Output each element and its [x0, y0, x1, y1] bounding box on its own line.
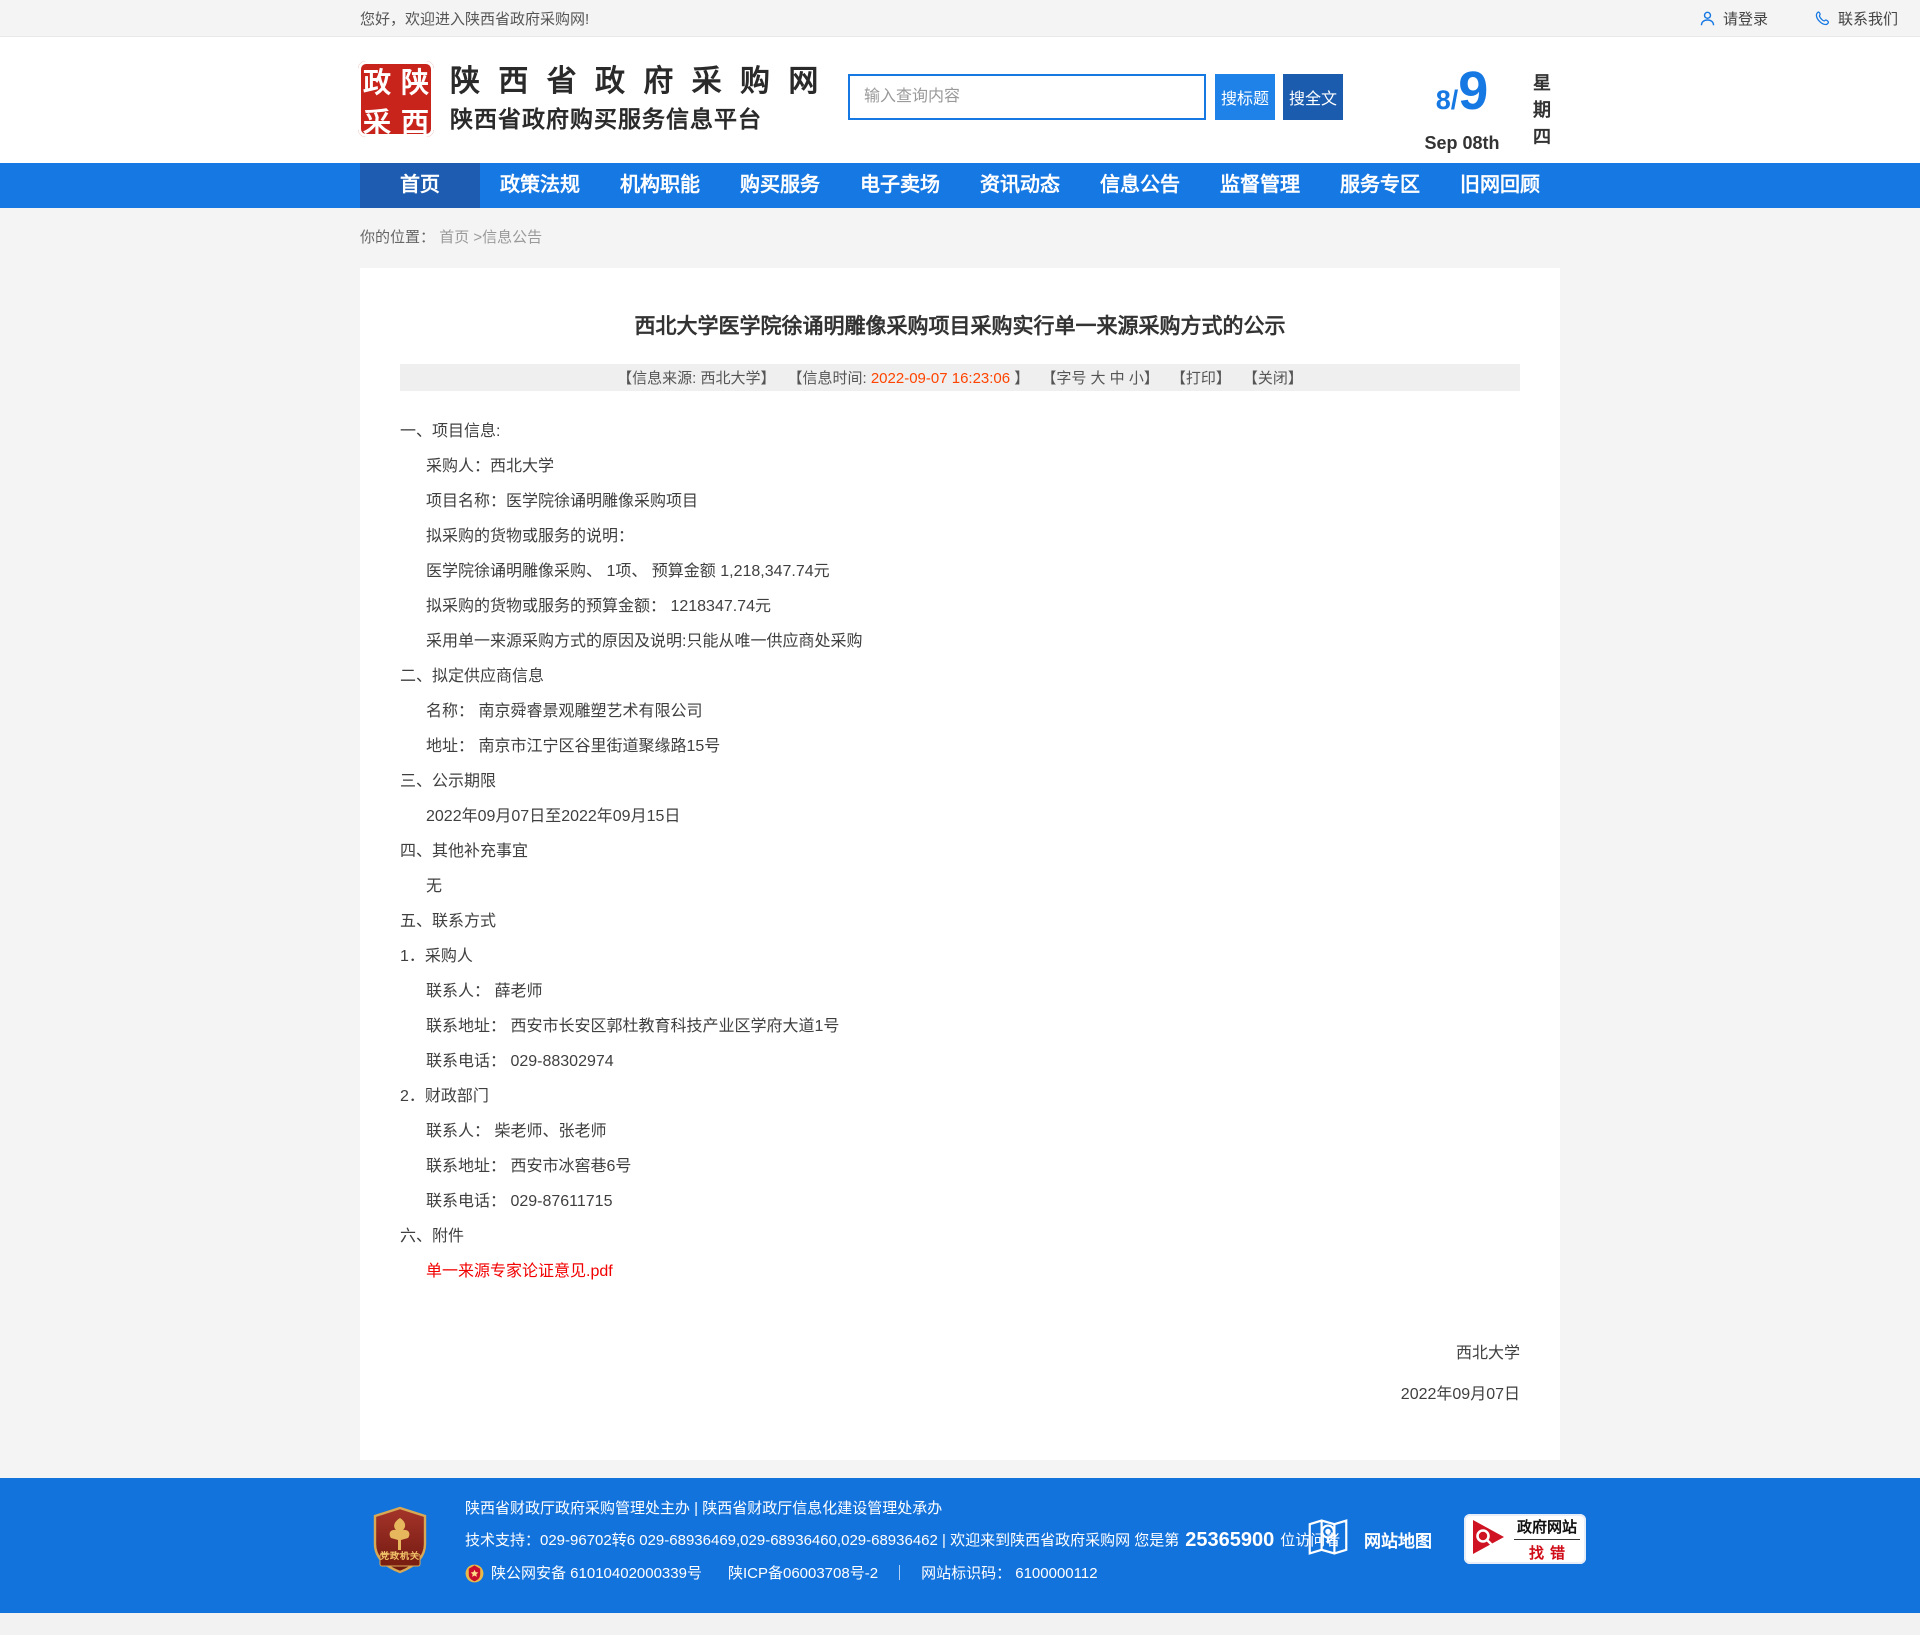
signature-date: 2022年09月07日 [400, 1380, 1520, 1404]
visitor-counter: 25365900 [1185, 1532, 1274, 1549]
article-paragraph: 四、其他补充事宜 [400, 843, 1520, 861]
search-input[interactable] [848, 74, 1206, 120]
site-brand[interactable]: 政 陕 采 西 陕 西 省 政 府 采 购 网 陕西省政府购买服务信息平台 [358, 61, 823, 137]
login-link[interactable]: 请登录 [1699, 8, 1768, 29]
police-badge-icon [465, 1564, 484, 1583]
article-paragraph: 名称： 南京舜睿景观雕塑艺术有限公司 [400, 703, 1520, 721]
nav-item-notices[interactable]: 信息公告 [1080, 163, 1200, 208]
user-icon [1699, 10, 1716, 27]
article-paragraph: 联系电话： 029-87611715 [400, 1193, 1520, 1211]
page-background: 你的位置： 首页 >信息公告 西北大学医学院徐诵明雕像采购项目采购实行单一来源采… [0, 208, 1920, 1478]
nav-item-home[interactable]: 首页 [360, 163, 480, 208]
police-beian-link[interactable]: 陕公网安备 61010402000339号 [491, 1565, 702, 1582]
meta-source: 【信息来源: 西北大学】 [617, 367, 775, 388]
site-title: 陕 西 省 政 府 采 购 网 [450, 65, 823, 99]
site-code: 网站标识码： 6100000112 [921, 1565, 1097, 1582]
phone-icon [1814, 10, 1831, 27]
date-english: Sep 08th [1398, 133, 1526, 154]
article-paragraph: 联系地址： 西安市长安区郭杜教育科技产业区学府大道1号 [400, 1018, 1520, 1036]
site-header: 政 陕 采 西 陕 西 省 政 府 采 购 网 陕西省政府购买服务信息平台 搜标… [0, 37, 1920, 163]
error-badge-top: 政府网站 [1514, 1516, 1580, 1540]
article-meta-bar: 【信息来源: 西北大学】 【信息时间: 2022-09-07 16:23:06 … [400, 364, 1520, 391]
date-month: 8/ [1436, 85, 1459, 115]
nav-item-supervision[interactable]: 监督管理 [1200, 163, 1320, 208]
article-paragraph: 联系地址： 西安市冰窖巷6号 [400, 1158, 1520, 1176]
weekday-label: 星期四 [1528, 73, 1554, 173]
article-signature: 西北大学 2022年09月07日 [400, 1339, 1520, 1404]
article-paragraph: 无 [400, 878, 1520, 896]
site-subtitle: 陕西省政府购买服务信息平台 [450, 104, 823, 134]
main-nav-bar: 首页政策法规机构职能购买服务电子卖场资讯动态信息公告监督管理服务专区旧网回顾 [0, 163, 1920, 208]
signature-org: 西北大学 [400, 1339, 1520, 1363]
nav-item-functions[interactable]: 机构职能 [600, 163, 720, 208]
article-paragraph: 六、附件 [400, 1228, 1520, 1246]
search-bar: 搜标题 搜全文 [848, 74, 1343, 120]
breadcrumb-label: 你的位置： [360, 229, 435, 246]
nav-item-service-zone[interactable]: 服务专区 [1320, 163, 1440, 208]
party-gov-badge: 党政机关 [372, 1506, 428, 1574]
error-badge-bottom: 找错 [1514, 1540, 1580, 1563]
article-paragraph: 2．财政部门 [400, 1088, 1520, 1106]
contact-us-link[interactable]: 联系我们 [1814, 8, 1898, 29]
welcome-text: 您好，欢迎进入陕西省政府采购网! [360, 8, 589, 29]
search-title-button[interactable]: 搜标题 [1215, 74, 1275, 120]
article-paragraph: 五、联系方式 [400, 913, 1520, 931]
party-gov-badge-label: 党政机关 [372, 1549, 428, 1562]
article-paragraph: 项目名称：医学院徐诵明雕像采购项目 [400, 493, 1520, 511]
article-paragraph: 医学院徐诵明雕像采购、 1项、 预算金额 1,218,347.74元 [400, 563, 1520, 581]
article-paragraph: 拟采购的货物或服务的预算金额： 1218347.74元 [400, 598, 1520, 616]
shield-icon [372, 1506, 428, 1574]
search-fulltext-button[interactable]: 搜全文 [1283, 74, 1343, 120]
meta-time: 【信息时间: 2022-09-07 16:23:06 】 [787, 367, 1029, 388]
nav-item-purchase-services[interactable]: 购买服务 [720, 163, 840, 208]
icp-link[interactable]: 陕ICP备06003708号-2 [728, 1565, 878, 1582]
nav-item-e-mall[interactable]: 电子卖场 [840, 163, 960, 208]
footer-divider: ｜ [892, 1565, 907, 1582]
footer-support-line: 技术支持：029-96702转6 029-68936469,029-689364… [465, 1532, 1340, 1549]
article-paragraph: 拟采购的货物或服务的说明： [400, 528, 1520, 546]
article-body: 一、项目信息: 采购人：西北大学项目名称：医学院徐诵明雕像采购项目拟采购的货物或服… [400, 423, 1520, 1281]
sitemap-link[interactable]: 网站地图 [1364, 1527, 1432, 1552]
date-day: 9 [1458, 61, 1488, 121]
article-paragraph: 1．采购人 [400, 948, 1520, 966]
site-logo: 政 陕 采 西 [358, 61, 434, 137]
article-paragraph: 联系电话： 029-88302974 [400, 1053, 1520, 1071]
article-paragraph: 联系人： 柴老师、张老师 [400, 1123, 1520, 1141]
article-paragraph: 采购人：西北大学 [400, 458, 1520, 476]
print-button[interactable]: 【打印】 [1171, 367, 1231, 388]
article-title: 西北大学医学院徐诵明雕像采购项目采购实行单一来源采购方式的公示 [400, 310, 1520, 340]
article-card: 西北大学医学院徐诵明雕像采购项目采购实行单一来源采购方式的公示 【信息来源: 西… [360, 268, 1560, 1460]
breadcrumb-separator: > [473, 229, 482, 246]
breadcrumb-current: 信息公告 [482, 229, 542, 246]
bottom-strip [0, 1613, 1920, 1635]
footer-org-line: 陕西省财政厅政府采购管理处主办 | 陕西省财政厅信息化建设管理处承办 [465, 1500, 1340, 1517]
meta-time-value: 2022-09-07 16:23:06 [871, 370, 1010, 387]
error-flag-icon [1470, 1517, 1510, 1562]
map-icon[interactable] [1306, 1516, 1350, 1563]
breadcrumb-home-link[interactable]: 首页 [439, 229, 469, 246]
nav-item-news[interactable]: 资讯动态 [960, 163, 1080, 208]
site-footer: 党政机关 陕西省财政厅政府采购管理处主办 | 陕西省财政厅信息化建设管理处承办 … [0, 1478, 1920, 1613]
article-paragraph: 一、项目信息: [400, 423, 1520, 441]
article-paragraph: 二、拟定供应商信息 [400, 668, 1520, 686]
article-paragraph: 采用单一来源采购方式的原因及说明:只能从唯一供应商处采购 [400, 633, 1520, 651]
gov-site-error-report-badge[interactable]: 政府网站 找错 [1464, 1514, 1586, 1564]
close-button[interactable]: 【关闭】 [1243, 367, 1303, 388]
main-nav: 首页政策法规机构职能购买服务电子卖场资讯动态信息公告监督管理服务专区旧网回顾 [360, 163, 1560, 208]
article-paragraph: 2022年09月07日至2022年09月15日 [400, 808, 1520, 826]
attachment-link[interactable]: 单一来源专家论证意见.pdf [400, 1263, 1520, 1281]
top-utility-bar: 您好，欢迎进入陕西省政府采购网! 请登录 联系我们 [0, 0, 1920, 37]
article-paragraph: 地址： 南京市江宁区谷里街道聚缘路15号 [400, 738, 1520, 756]
nav-item-policy[interactable]: 政策法规 [480, 163, 600, 208]
fontsize-control[interactable]: 【字号 大 中 小】 [1041, 367, 1159, 388]
article-paragraph: 联系人： 薛老师 [400, 983, 1520, 1001]
date-widget: 8/9 Sep 08th [1398, 65, 1526, 154]
breadcrumb: 你的位置： 首页 >信息公告 [360, 208, 1560, 268]
article-paragraph: 三、公示期限 [400, 773, 1520, 791]
